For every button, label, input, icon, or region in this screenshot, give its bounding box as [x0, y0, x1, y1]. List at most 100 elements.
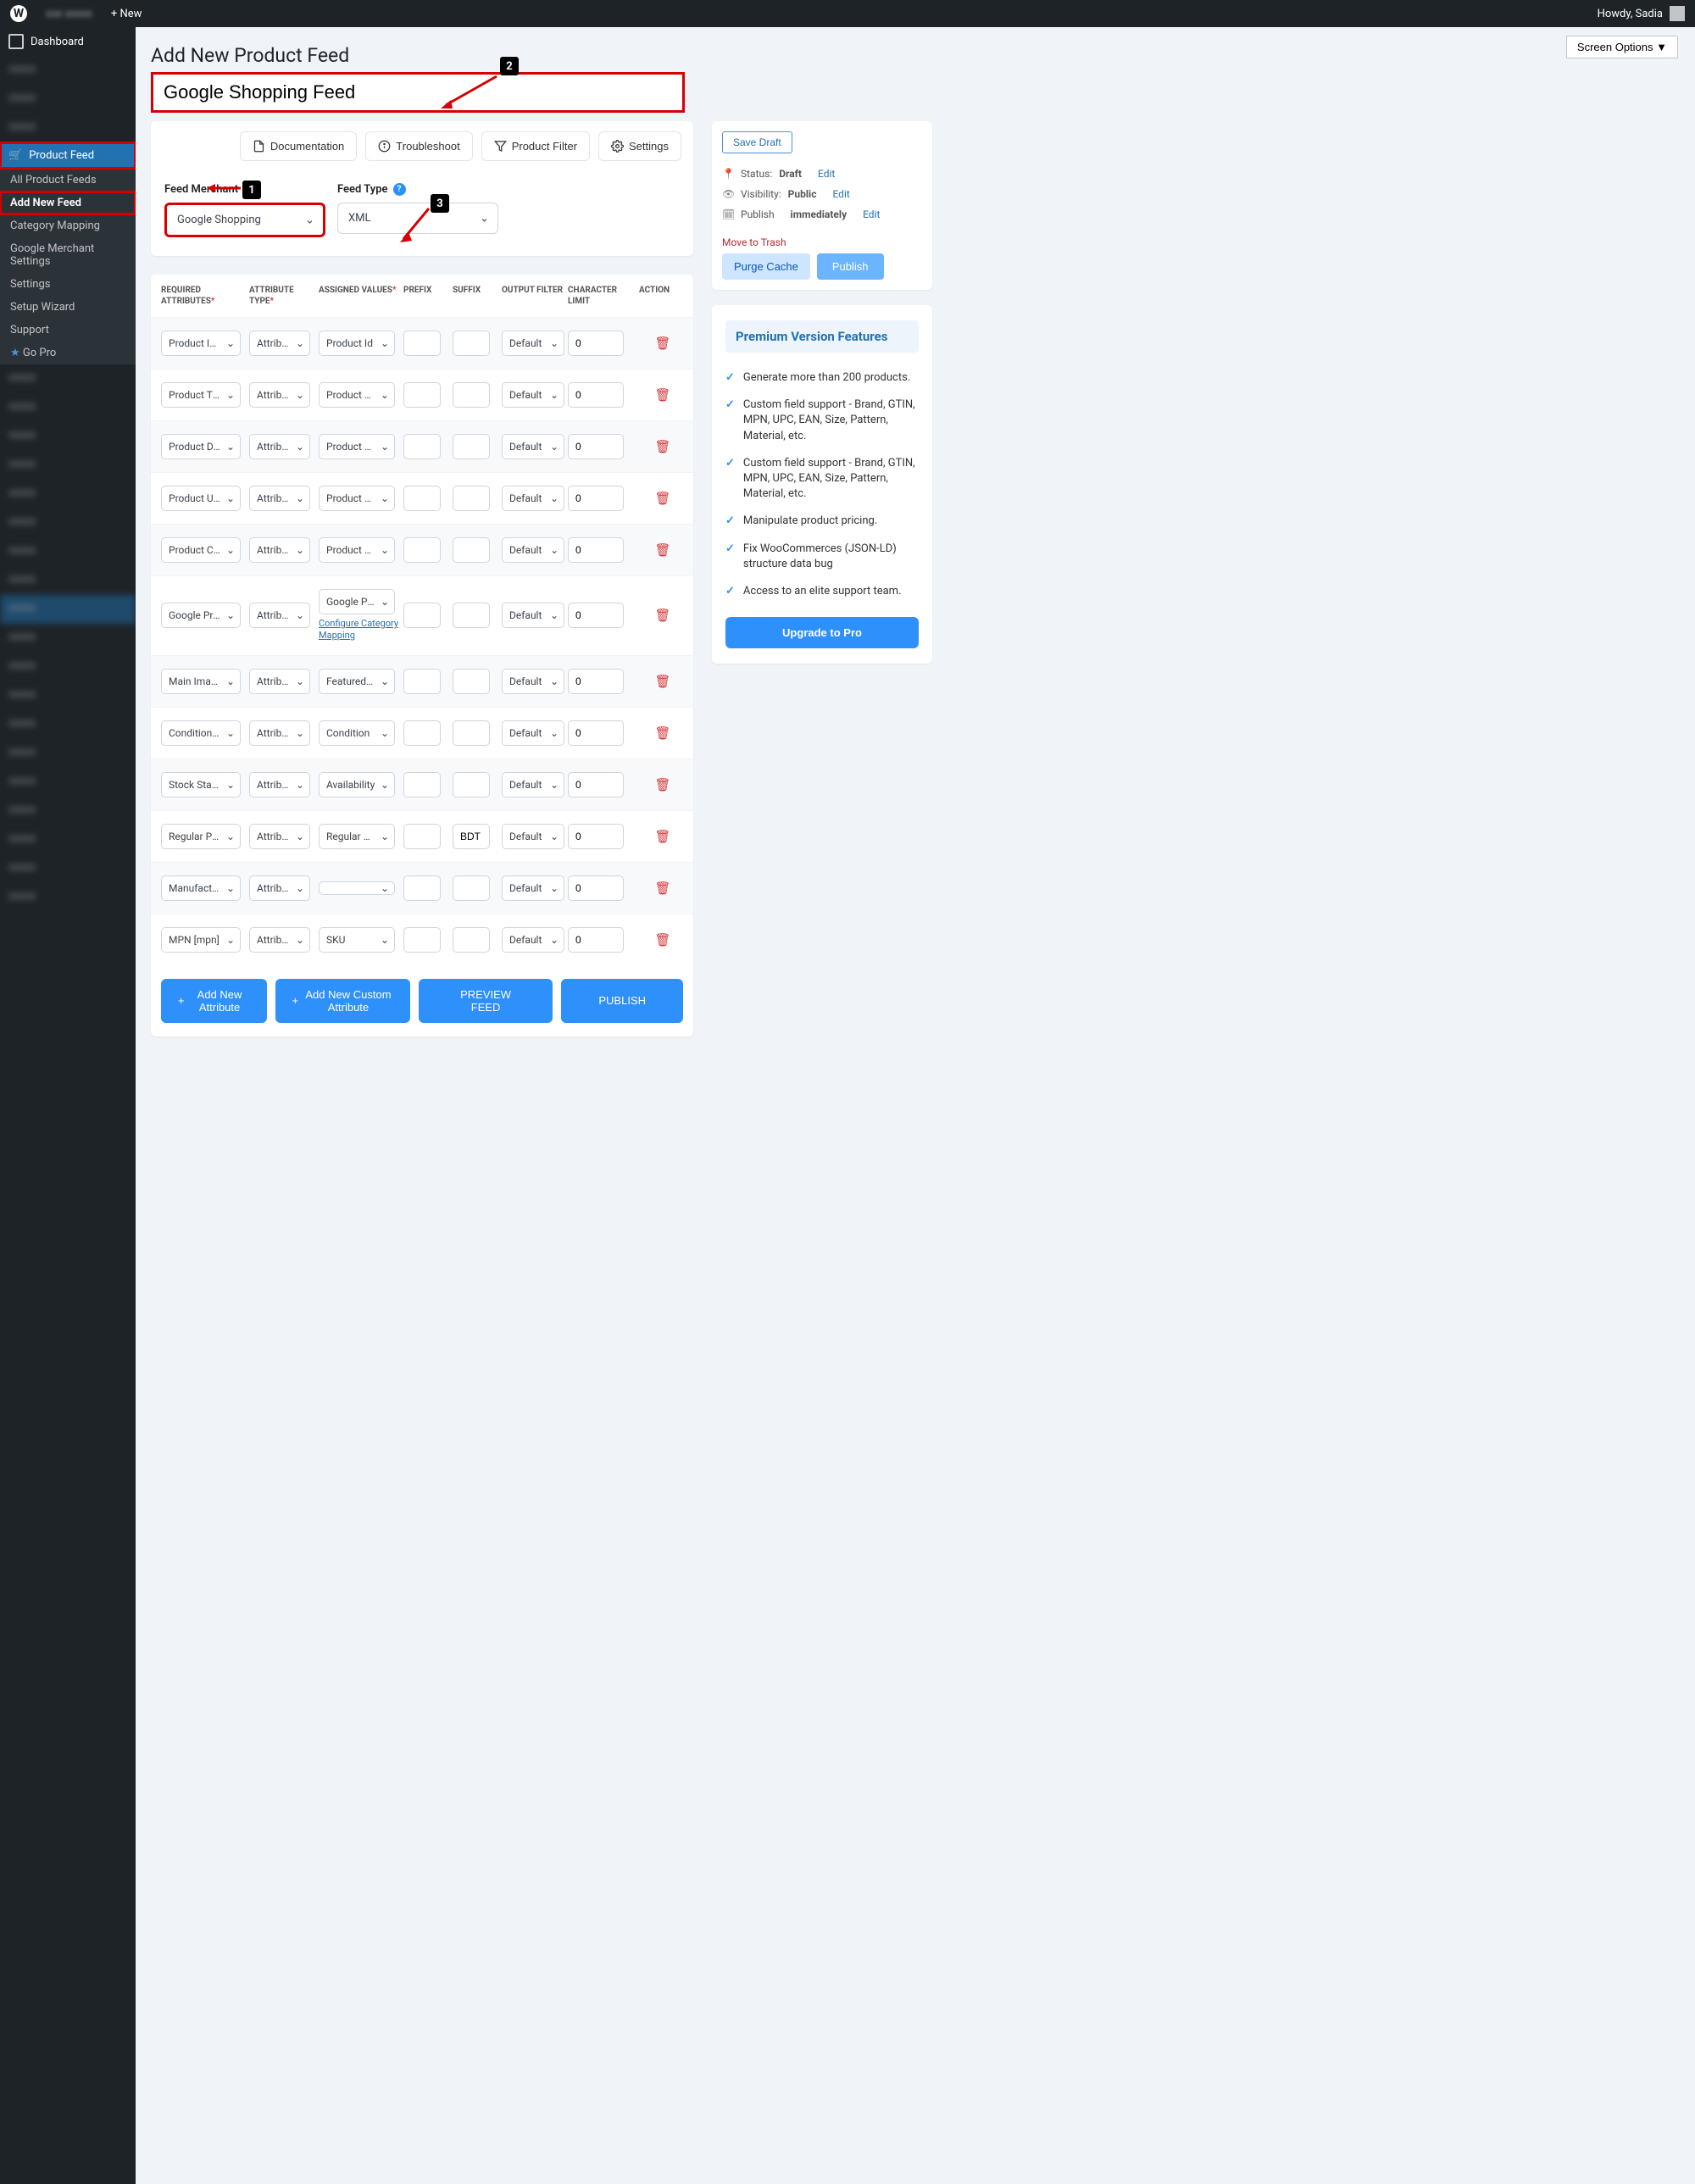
- attr-type-select[interactable]: Attribute⌄: [249, 434, 310, 459]
- suffix-input[interactable]: [453, 486, 490, 511]
- delete-row-button[interactable]: 🗑: [639, 387, 686, 403]
- screen-options-button[interactable]: Screen Options ▼: [1566, 36, 1678, 58]
- assigned-value-select[interactable]: Availability⌄: [319, 772, 395, 797]
- sidebar-product-feed[interactable]: 🛒 Product Feed: [0, 142, 136, 169]
- assigned-value-select[interactable]: ⌄: [319, 881, 395, 895]
- required-attr-select[interactable]: Manufacturer [brand]⌄: [161, 875, 241, 901]
- attr-type-select[interactable]: Attribute⌄: [249, 537, 310, 563]
- prefix-input[interactable]: [403, 927, 441, 953]
- delete-row-button[interactable]: 🗑: [639, 932, 686, 948]
- prefix-input[interactable]: [403, 331, 441, 356]
- add-custom-attribute-button[interactable]: + Add New Custom Attribute: [275, 979, 410, 1023]
- char-limit-input[interactable]: [568, 603, 624, 628]
- attr-type-select[interactable]: Attribute⌄: [249, 720, 310, 746]
- char-limit-input[interactable]: [568, 824, 624, 849]
- upgrade-to-pro-button[interactable]: Upgrade to Pro: [725, 617, 919, 648]
- prefix-input[interactable]: [403, 772, 441, 797]
- prefix-input[interactable]: [403, 434, 441, 459]
- assigned-value-select[interactable]: Featured Ima⌄: [319, 669, 395, 694]
- delete-row-button[interactable]: 🗑: [639, 674, 686, 689]
- suffix-input[interactable]: [453, 434, 490, 459]
- avatar[interactable]: [1670, 6, 1685, 21]
- output-filter-select[interactable]: Default⌄: [502, 434, 564, 459]
- prefix-input[interactable]: [403, 537, 441, 563]
- save-draft-button[interactable]: Save Draft: [722, 131, 792, 153]
- prefix-input[interactable]: [403, 669, 441, 694]
- submenu-settings[interactable]: Settings: [0, 273, 136, 296]
- preview-feed-button[interactable]: PREVIEW FEED: [419, 979, 553, 1023]
- delete-row-button[interactable]: 🗑: [639, 725, 686, 741]
- configure-category-link[interactable]: Configure Category Mapping: [319, 618, 403, 642]
- char-limit-input[interactable]: [568, 720, 624, 746]
- howdy-text[interactable]: Howdy, Sadia: [1598, 8, 1663, 20]
- product-filter-button[interactable]: Product Filter: [481, 131, 590, 161]
- suffix-input[interactable]: [453, 824, 490, 849]
- publish-button[interactable]: PUBLISH: [561, 979, 683, 1023]
- char-limit-input[interactable]: [568, 331, 624, 356]
- move-to-trash-link[interactable]: Move to Trash: [722, 236, 922, 248]
- purge-cache-button[interactable]: Purge Cache: [722, 253, 810, 280]
- char-limit-input[interactable]: [568, 669, 624, 694]
- output-filter-select[interactable]: Default⌄: [502, 824, 564, 849]
- assigned-value-select[interactable]: Regular Price⌄: [319, 824, 395, 849]
- submenu-add-new[interactable]: Add New Feed: [0, 192, 136, 214]
- attr-type-select[interactable]: Attribute⌄: [249, 772, 310, 797]
- sidebar-dashboard[interactable]: Dashboard: [0, 27, 136, 56]
- required-attr-select[interactable]: Product URL [link]⌄: [161, 486, 241, 511]
- prefix-input[interactable]: [403, 486, 441, 511]
- prefix-input[interactable]: [403, 720, 441, 746]
- feed-merchant-select[interactable]: Google Shopping⌄: [164, 203, 325, 237]
- delete-row-button[interactable]: 🗑: [639, 608, 686, 623]
- submenu-google-merchant[interactable]: Google Merchant Settings: [0, 237, 136, 273]
- attr-type-select[interactable]: Attribute⌄: [249, 486, 310, 511]
- delete-row-button[interactable]: 🗑: [639, 491, 686, 506]
- output-filter-select[interactable]: Default⌄: [502, 382, 564, 408]
- submenu-setup-wizard[interactable]: Setup Wizard: [0, 296, 136, 319]
- suffix-input[interactable]: [453, 537, 490, 563]
- add-attribute-button[interactable]: + Add New Attribute: [161, 979, 267, 1023]
- suffix-input[interactable]: [453, 331, 490, 356]
- suffix-input[interactable]: [453, 720, 490, 746]
- attr-type-select[interactable]: Attribute⌄: [249, 331, 310, 356]
- prefix-input[interactable]: [403, 382, 441, 408]
- char-limit-input[interactable]: [568, 382, 624, 408]
- assigned-value-select[interactable]: Product Cate⌄: [319, 537, 395, 563]
- assigned-value-select[interactable]: Product URL⌄: [319, 486, 395, 511]
- prefix-input[interactable]: [403, 603, 441, 628]
- attr-type-select[interactable]: Attribute⌄: [249, 927, 310, 953]
- attr-type-select[interactable]: Attribute⌄: [249, 824, 310, 849]
- suffix-input[interactable]: [453, 772, 490, 797]
- assigned-value-select[interactable]: Google Produ⌄: [319, 589, 395, 614]
- troubleshoot-button[interactable]: Troubleshoot: [365, 131, 472, 161]
- assigned-value-select[interactable]: Product Title⌄: [319, 382, 395, 408]
- char-limit-input[interactable]: [568, 486, 624, 511]
- char-limit-input[interactable]: [568, 772, 624, 797]
- documentation-button[interactable]: Documentation: [240, 131, 357, 161]
- output-filter-select[interactable]: Default⌄: [502, 720, 564, 746]
- output-filter-select[interactable]: Default⌄: [502, 927, 564, 953]
- feed-title-input[interactable]: [151, 72, 685, 113]
- required-attr-select[interactable]: MPN [mpn]⌄: [161, 927, 241, 953]
- wp-logo-icon[interactable]: W: [10, 5, 27, 22]
- delete-row-button[interactable]: 🗑: [639, 439, 686, 454]
- char-limit-input[interactable]: [568, 537, 624, 563]
- submenu-support[interactable]: Support: [0, 319, 136, 342]
- suffix-input[interactable]: [453, 603, 490, 628]
- delete-row-button[interactable]: 🗑: [639, 829, 686, 844]
- required-attr-select[interactable]: Regular Price [price]⌄: [161, 824, 241, 849]
- assigned-value-select[interactable]: Product Id⌄: [319, 331, 395, 356]
- char-limit-input[interactable]: [568, 927, 624, 953]
- edit-status-link[interactable]: Edit: [818, 168, 835, 180]
- assigned-value-select[interactable]: Product Desc⌄: [319, 434, 395, 459]
- output-filter-select[interactable]: Default⌄: [502, 875, 564, 901]
- help-icon[interactable]: ?: [393, 183, 406, 196]
- settings-button[interactable]: Settings: [598, 131, 681, 161]
- attr-type-select[interactable]: Attribute⌄: [249, 669, 310, 694]
- publish-sidebar-button[interactable]: Publish: [817, 253, 884, 280]
- required-attr-select[interactable]: Product Description⌄: [161, 434, 241, 459]
- attr-type-select[interactable]: Attribute⌄: [249, 875, 310, 901]
- required-attr-select[interactable]: Main Image [image_link]⌄: [161, 669, 241, 694]
- required-attr-select[interactable]: Product Id [id]⌄: [161, 331, 241, 356]
- suffix-input[interactable]: [453, 669, 490, 694]
- char-limit-input[interactable]: [568, 875, 624, 901]
